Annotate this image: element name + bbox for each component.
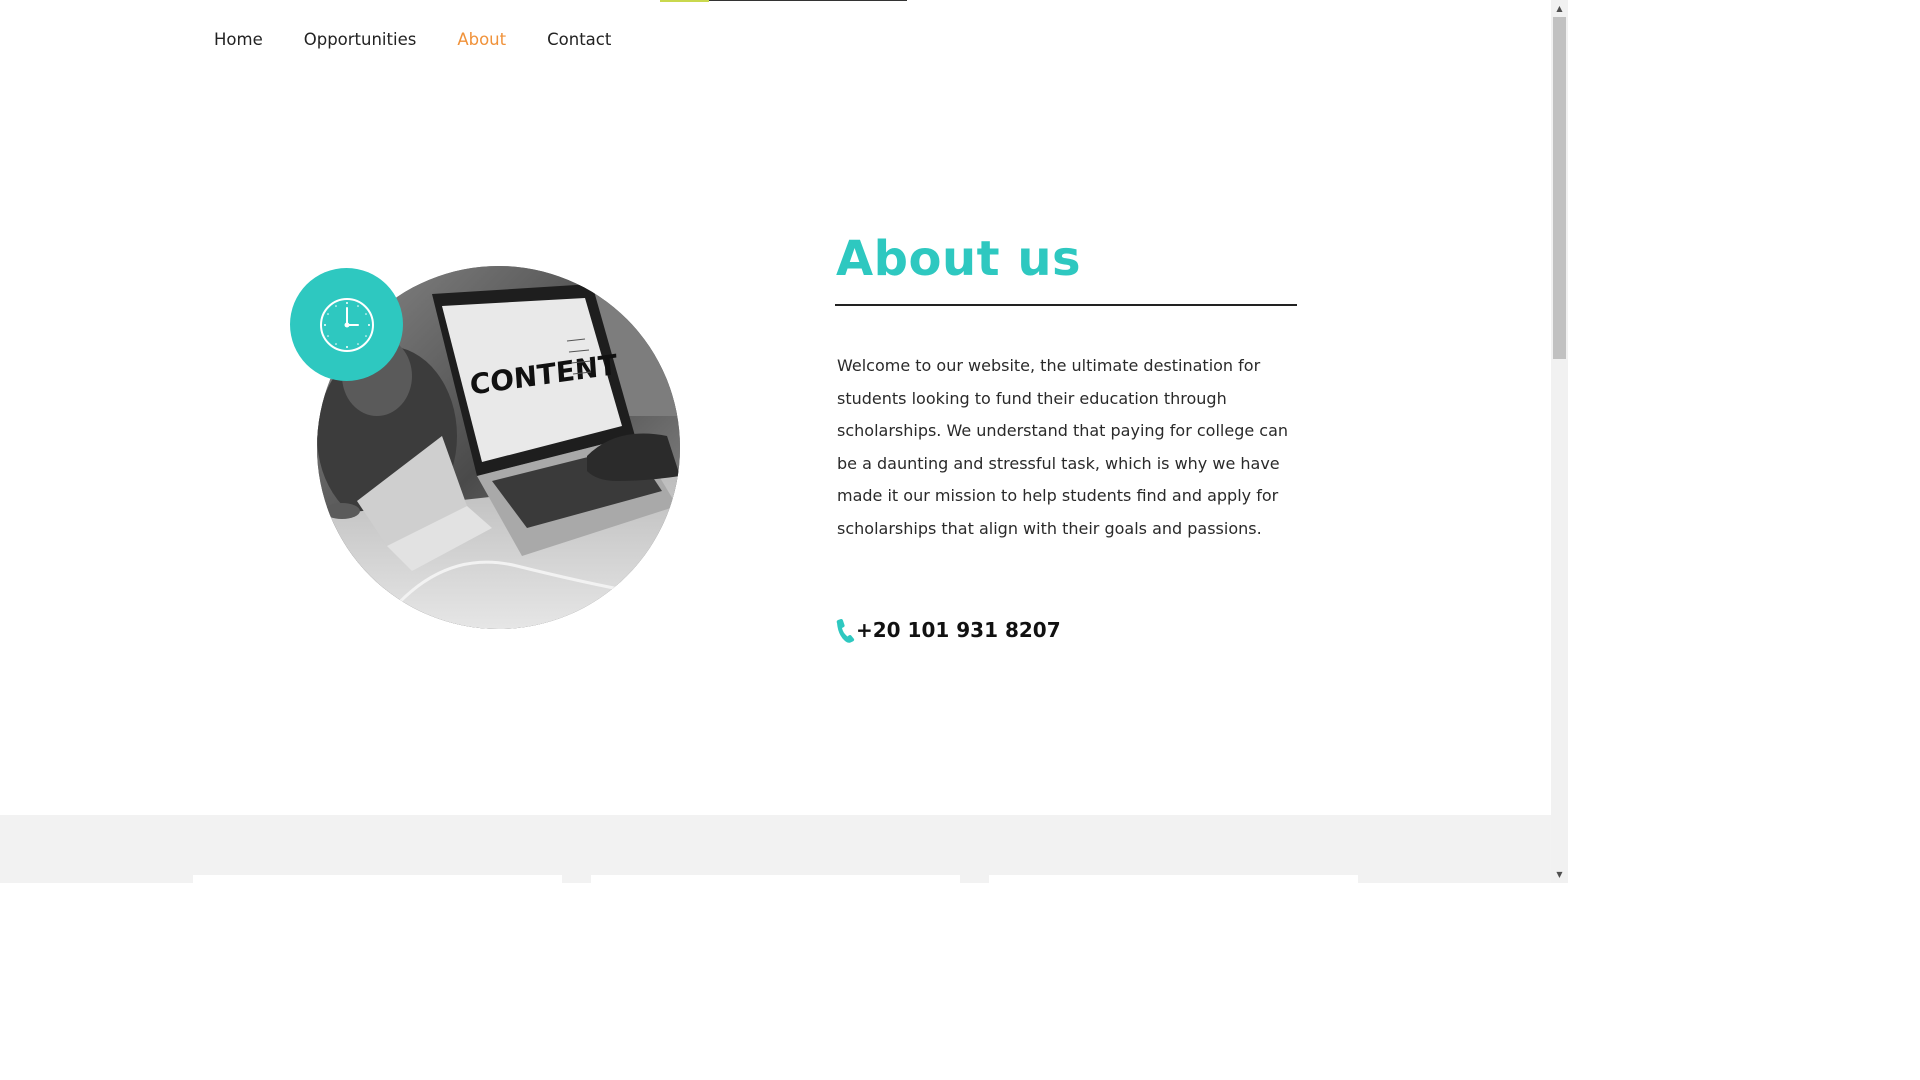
scrollbar-thumb[interactable] bbox=[1553, 17, 1566, 359]
phone-icon bbox=[836, 618, 855, 643]
clock-badge bbox=[290, 268, 403, 381]
nav-item-opportunities[interactable]: Opportunities bbox=[304, 28, 417, 52]
features-section-background bbox=[0, 815, 1551, 883]
title-divider bbox=[835, 304, 1297, 306]
nav-item-about[interactable]: About bbox=[457, 28, 506, 52]
phone-number[interactable]: +20 101 931 8207 bbox=[856, 618, 1061, 642]
feature-card bbox=[989, 875, 1358, 885]
main-nav: Home Opportunities About Contact bbox=[214, 28, 652, 52]
scroll-up-arrow-icon[interactable]: ▲ bbox=[1551, 0, 1568, 17]
feature-card bbox=[193, 875, 562, 885]
progress-segment-line bbox=[709, 0, 907, 1]
nav-item-home[interactable]: Home bbox=[214, 28, 263, 52]
about-description: Welcome to our website, the ultimate des… bbox=[837, 356, 1289, 538]
clock-icon bbox=[319, 297, 374, 352]
scroll-down-arrow-icon[interactable]: ▼ bbox=[1551, 866, 1568, 883]
top-progress-strip bbox=[660, 0, 907, 2]
about-title: About us bbox=[836, 231, 1082, 287]
nav-item-contact[interactable]: Contact bbox=[547, 28, 611, 52]
page-scrollbar[interactable]: ▲ ▼ bbox=[1551, 0, 1568, 883]
feature-card bbox=[591, 875, 960, 885]
progress-segment-accent bbox=[660, 0, 709, 2]
phone-contact[interactable]: +20 101 931 8207 bbox=[835, 617, 1061, 643]
